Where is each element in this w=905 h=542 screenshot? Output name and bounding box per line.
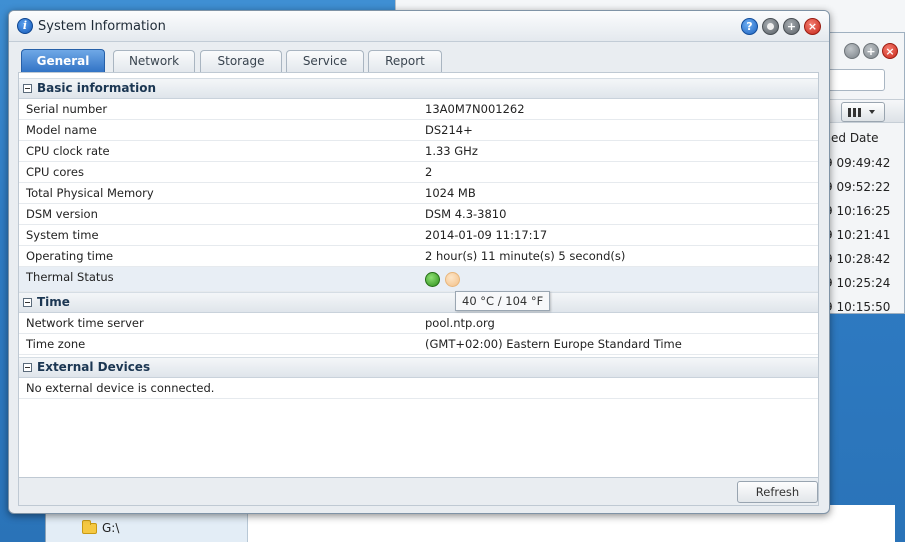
window-footer: Refresh [18,478,819,506]
general-panel: Basic information Serial number 13A0M7N0… [18,72,819,478]
close-button[interactable]: × [804,18,821,35]
list-item[interactable]: 9 10:16:25 [825,199,890,223]
list-item[interactable]: 9 10:21:41 [825,223,890,247]
tab-network[interactable]: Network [113,50,195,72]
table-row: CPU clock rate 1.33 GHz [19,141,818,162]
row-value: DSM 4.3-3810 [425,207,507,221]
minimize-icon [767,23,774,30]
row-value: 2 hour(s) 11 minute(s) 5 second(s) [425,249,626,263]
row-key: Total Physical Memory [26,186,154,200]
thermal-tooltip: 40 °C / 104 °F [455,291,551,311]
row-key: Serial number [26,102,108,116]
section-basic-information[interactable]: Basic information [19,78,818,99]
folder-icon [82,519,97,534]
grid-view-icon [848,107,861,117]
row-value: 1024 MB [425,186,476,200]
table-row: No external device is connected. [19,378,818,399]
bg-maximize-button[interactable]: + [863,43,879,59]
row-value: (GMT+02:00) Eastern Europe Standard Time [425,337,682,351]
minimize-button[interactable] [762,18,779,35]
bg-column-header[interactable]: ed Date [831,131,879,145]
table-row: Operating time 2 hour(s) 11 minute(s) 5 … [19,246,818,267]
bg-minimize-button[interactable] [844,43,860,59]
table-row: Time zone (GMT+02:00) Eastern Europe Sta… [19,334,818,355]
row-key: System time [26,228,99,242]
list-item[interactable]: 9 10:25:24 [825,271,890,295]
tree-item-label: G:\ [102,521,120,535]
row-value: 13A0M7N001262 [425,102,525,116]
table-row: Network time server pool.ntp.org [19,313,818,334]
help-button[interactable]: ? [741,18,758,35]
tab-report[interactable]: Report [368,50,442,72]
row-key: Thermal Status [26,270,114,284]
window-title: System Information [38,19,166,34]
info-icon: i [17,18,33,34]
table-row: CPU cores 2 [19,162,818,183]
tab-general[interactable]: General [21,49,105,73]
section-time[interactable]: Time [19,292,818,313]
collapse-icon[interactable] [23,84,32,93]
section-title: Basic information [37,81,157,95]
section-title: External Devices [37,360,151,374]
table-row: Serial number 13A0M7N001262 [19,99,818,120]
tab-bar: General Network Storage Service Report [9,42,829,73]
thermal-normal-indicator-icon[interactable] [425,272,440,287]
row-key: DSM version [26,207,98,221]
row-key: CPU clock rate [26,144,110,158]
table-row: System time 2014-01-09 11:17:17 [19,225,818,246]
list-item[interactable]: 9 09:52:22 [825,175,890,199]
empty-message: No external device is connected. [26,381,215,395]
list-item[interactable]: 9 10:15:50 [825,295,890,319]
table-row-thermal: Thermal Status [19,267,818,292]
section-external-devices[interactable]: External Devices [19,357,818,378]
section-title: Time [37,295,70,309]
chevron-down-icon [869,110,875,114]
window-controls: ? + × [741,18,821,35]
window-titlebar[interactable]: i System Information ? + × [9,11,829,42]
tree-item-drive[interactable]: G:\ [82,519,120,535]
collapse-icon[interactable] [23,363,32,372]
row-key: Operating time [26,249,114,263]
row-value: DS214+ [425,123,473,137]
list-item[interactable]: 9 09:49:42 [825,151,890,175]
bg-close-button[interactable]: × [882,43,898,59]
row-value: pool.ntp.org [425,316,495,330]
bg-toolbar [819,99,904,123]
maximize-button[interactable]: + [783,18,800,35]
list-item[interactable]: 9 10:28:42 [825,247,890,271]
thermal-warning-indicator-icon [445,272,460,287]
system-information-window: i System Information ? + × General Netwo… [8,10,830,514]
row-key: CPU cores [26,165,84,179]
tab-storage[interactable]: Storage [200,50,282,72]
row-value: 2014-01-09 11:17:17 [425,228,548,242]
refresh-button[interactable]: Refresh [737,481,818,503]
row-key: Model name [26,123,97,137]
table-row: Total Physical Memory 1024 MB [19,183,818,204]
view-mode-button[interactable] [841,102,885,122]
background-window-controls: + × [844,43,898,59]
row-key: Time zone [26,337,86,351]
row-value: 1.33 GHz [425,144,478,158]
bg-file-list: 9 09:49:42 9 09:52:22 9 10:16:25 9 10:21… [825,151,890,319]
table-row: DSM version DSM 4.3-3810 [19,204,818,225]
row-value: 2 [425,165,433,179]
collapse-icon[interactable] [23,298,32,307]
table-row: Model name DS214+ [19,120,818,141]
tab-service[interactable]: Service [286,50,364,72]
row-key: Network time server [26,316,144,330]
